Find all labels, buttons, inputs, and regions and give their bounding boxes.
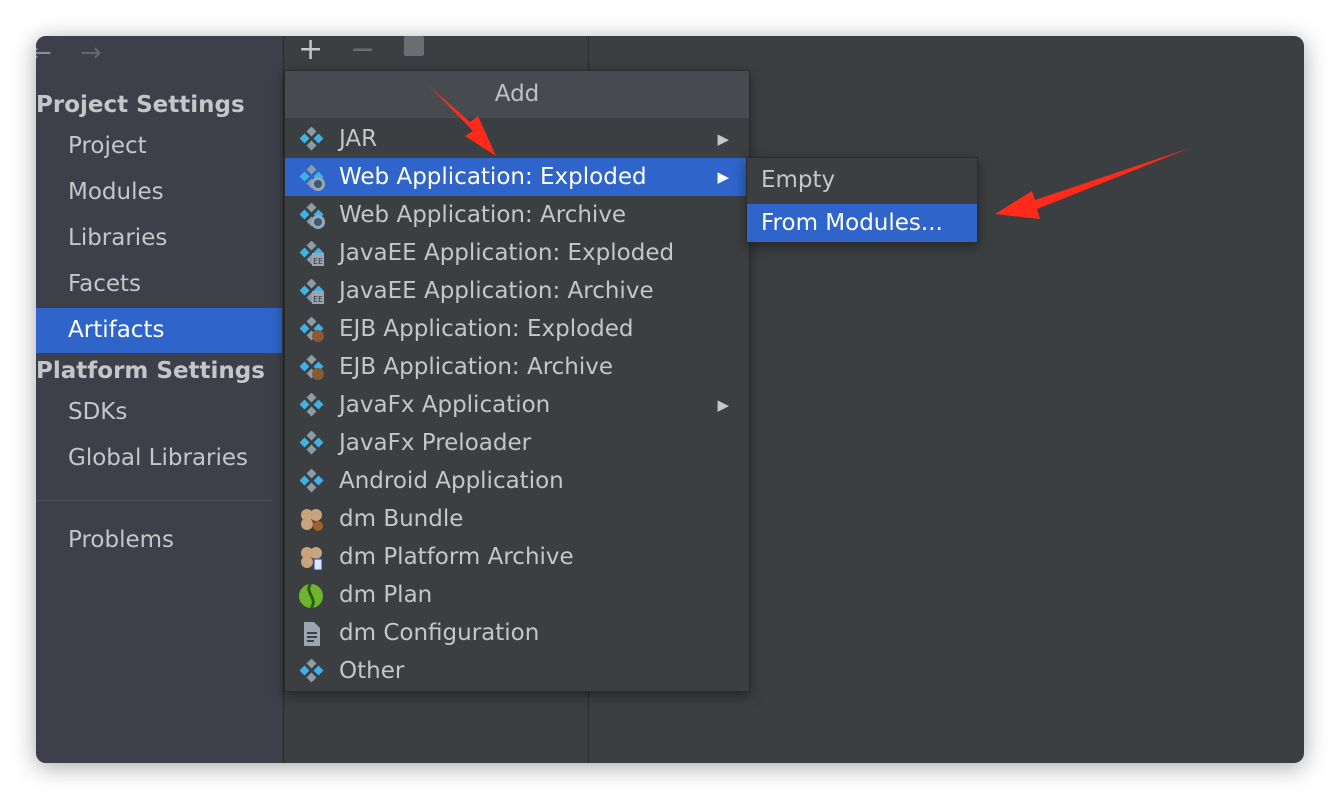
menu-item-label: Android Application [339, 468, 564, 494]
sidebar-item-global-libraries[interactable]: Global Libraries [36, 436, 282, 481]
submenu-arrow-icon: ▶ [717, 396, 729, 414]
section-project-settings: Project Settings [36, 92, 245, 118]
menu-item-label: JavaEE Application: Archive [339, 278, 654, 304]
remove-icon[interactable]: − [350, 36, 375, 67]
sidebar-item-libraries[interactable]: Libraries [36, 216, 282, 261]
submenu-arrow-icon: ▶ [717, 130, 729, 148]
menu-item-ejb-application-exploded[interactable]: EJB Application: Exploded [285, 310, 749, 348]
menu-item-label: dm Plan [339, 582, 433, 608]
menu-item-web-application-exploded[interactable]: Web Application: Exploded ▶ [285, 158, 749, 196]
menu-item-label: dm Platform Archive [339, 544, 574, 570]
web-app-icon [299, 203, 325, 229]
web-app-icon [299, 165, 325, 191]
menu-item-label: dm Configuration [339, 620, 540, 646]
add-popup-menu: Add JAR ▶ Web Application: Exploded ▶ Web Ap… [284, 70, 750, 692]
back-icon[interactable]: ← [36, 38, 52, 68]
javaee-icon: EE [299, 279, 324, 304]
menu-item-javafx-preloader[interactable]: JavaFx Preloader [285, 424, 749, 462]
artifact-icon [299, 127, 324, 151]
forward-icon[interactable]: → [80, 38, 102, 68]
artifact-icon [299, 469, 324, 493]
dm-bundle-icon [301, 509, 323, 531]
dm-plan-icon [299, 583, 323, 609]
popup-title: Add [285, 71, 749, 118]
svg-text:EE: EE [313, 257, 323, 266]
menu-item-dm-platform-archive[interactable]: dm Platform Archive [285, 538, 749, 576]
add-icon[interactable]: + [298, 36, 323, 67]
menu-item-dm-configuration[interactable]: dm Configuration [285, 614, 749, 652]
menu-item-label: JavaFx Preloader [339, 430, 532, 456]
menu-item-label: JAR [339, 126, 378, 152]
menu-item-javaee-application-exploded[interactable]: EE JavaEE Application: Exploded [285, 234, 749, 272]
divider [36, 500, 271, 501]
submenu: Empty From Modules... [746, 157, 978, 243]
menu-item-label: Web Application: Exploded [339, 164, 647, 190]
menu-item-ejb-application-archive[interactable]: EJB Application: Archive [285, 348, 749, 386]
artifact-icon [299, 393, 324, 417]
artifact-icon [299, 659, 324, 683]
document-icon [304, 622, 320, 646]
menu-item-web-application-archive[interactable]: Web Application: Archive [285, 196, 749, 234]
menu-item-label: JavaEE Application: Exploded [339, 240, 675, 266]
menu-item-jar[interactable]: JAR ▶ [285, 120, 749, 158]
section-platform-settings: Platform Settings [36, 358, 265, 384]
menu-item-label: Web Application: Archive [339, 202, 627, 228]
sidebar-item-problems[interactable]: Problems [36, 518, 282, 563]
menu-item-label: Other [339, 658, 405, 684]
sidebar-item-project[interactable]: Project [36, 124, 282, 169]
copy-icon[interactable] [404, 36, 424, 56]
javaee-icon: EE [299, 241, 324, 266]
menu-item-label: dm Bundle [339, 506, 464, 532]
menu-item-label: EJB Application: Exploded [339, 316, 634, 342]
menu-item-dm-bundle[interactable]: dm Bundle [285, 500, 749, 538]
menu-item-dm-plan[interactable]: dm Plan [285, 576, 749, 614]
menu-item-android-application[interactable]: Android Application [285, 462, 749, 500]
submenu-item-from-modules[interactable]: From Modules... [747, 204, 977, 242]
sidebar-item-sdks[interactable]: SDKs [36, 390, 282, 435]
ejb-icon [299, 317, 324, 342]
submenu-arrow-icon: ▶ [717, 168, 729, 186]
sidebar-item-artifacts[interactable]: Artifacts [36, 308, 282, 353]
menu-item-label: EJB Application: Archive [339, 354, 614, 380]
menu-item-javafx-application[interactable]: JavaFx Application ▶ [285, 386, 749, 424]
svg-text:EE: EE [313, 295, 323, 304]
toolbar: + − [284, 36, 588, 70]
sidebar-item-facets[interactable]: Facets [36, 262, 282, 307]
menu-item-javaee-application-archive[interactable]: EE JavaEE Application: Archive [285, 272, 749, 310]
menu-item-label: JavaFx Application [339, 392, 551, 418]
sidebar: ← → Project Settings Project Modules Lib… [36, 36, 282, 763]
sidebar-item-modules[interactable]: Modules [36, 170, 282, 215]
ejb-icon [299, 355, 324, 380]
submenu-item-empty[interactable]: Empty [747, 161, 977, 199]
dm-archive-icon [301, 547, 323, 571]
menu-item-other[interactable]: Other [285, 652, 749, 690]
artifact-icon [299, 431, 324, 455]
